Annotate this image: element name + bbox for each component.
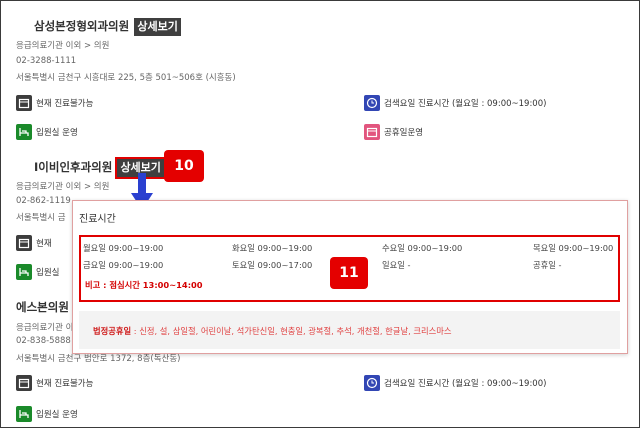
- popup-title: 진료시간: [79, 214, 116, 225]
- holiday-row: 공휴일운영: [364, 121, 423, 140]
- hours-popup: 진료시간 월요일 09:00~19:00 화요일 09:00~19:00 수요일…: [72, 200, 628, 354]
- legal-holidays-bar: 법정공휴일 : 신정, 설, 삼일절, 어린이날, 석가탄신일, 현충일, 광복…: [79, 311, 620, 349]
- day-hours-mon: 월요일 09:00~19:00: [83, 243, 164, 253]
- calendar-icon: [16, 234, 32, 251]
- day-hours-tue: 화요일 09:00~19:00: [232, 243, 313, 253]
- phone-text: 02-838-5888: [16, 336, 71, 346]
- calendar-holiday-icon: [364, 123, 380, 140]
- category-text: 응급의료기관 이외 > 의원: [16, 41, 110, 51]
- calendar-icon: [16, 94, 32, 111]
- ward-row: 입원실: [16, 261, 59, 280]
- phone-text: 02-862-1119: [16, 196, 71, 206]
- search-day-row: 검색요일 진료시간 (월요일 : 09:00~19:00): [364, 372, 546, 391]
- legal-holidays-list: : 신정, 설, 삼일절, 어린이날, 석가탄신일, 현충일, 광복절, 추석,…: [131, 326, 452, 336]
- lunch-note: 비고 : 점심시간 13:00~14:00: [85, 280, 203, 290]
- status-row: 현재 진료불가능: [16, 372, 93, 391]
- status-row: 현재: [16, 232, 52, 251]
- phone-text: 02-3288-1111: [16, 56, 77, 66]
- status-label: 현재 진료불가능: [36, 378, 94, 389]
- status-row: 현재 진료불가능: [16, 92, 93, 111]
- result-title-row: 삼성본정형외과의원 상세보기: [34, 15, 181, 36]
- search-day-label: 검색요일 진료시간 (월요일 : 09:00~19:00): [384, 98, 547, 109]
- day-hours-thu: 목요일 09:00~19:00: [533, 243, 614, 253]
- step-callout-11: 11: [330, 257, 368, 289]
- day-hours-wed: 수요일 09:00~19:00: [382, 243, 463, 253]
- category-text: 응급의료기관 이외 > 의원: [16, 182, 110, 192]
- search-day-row: 검색요일 진료시간 (월요일 : 09:00~19:00): [364, 92, 546, 111]
- legal-holidays-text: 법정공휴일 : 신정, 설, 삼일절, 어린이날, 석가탄신일, 현충일, 광복…: [93, 325, 452, 337]
- address-text: 서울특별시 금: [16, 213, 66, 223]
- ward-row: 입원실 운영: [16, 121, 78, 140]
- search-day-label: 검색요일 진료시간 (월요일 : 09:00~19:00): [384, 378, 547, 389]
- holiday-label: 공휴일운영: [384, 127, 424, 138]
- hospital-name[interactable]: 에스본의원: [16, 299, 69, 315]
- bed-icon: [16, 405, 32, 422]
- day-hours-sun: 일요일 -: [382, 260, 411, 270]
- hospital-name[interactable]: I이비인후과의원: [34, 160, 112, 174]
- hospital-name[interactable]: 삼성본정형외과의원: [34, 19, 129, 33]
- status-label: 현재: [36, 238, 52, 249]
- legal-holidays-label: 법정공휴일: [93, 326, 132, 336]
- clock-icon: [364, 374, 380, 391]
- step-callout-10: 10: [164, 150, 204, 182]
- ward-label: 입원실: [36, 267, 60, 278]
- day-hours-fri: 금요일 09:00~19:00: [83, 260, 164, 270]
- detail-button[interactable]: 상세보기: [134, 18, 181, 36]
- bed-icon: [16, 263, 32, 280]
- search-results-panel: 삼성본정형외과의원 상세보기 응급의료기관 이외 > 의원 02-3288-11…: [0, 0, 640, 428]
- calendar-icon: [16, 374, 32, 391]
- day-hours-holiday: 공휴일 -: [533, 260, 562, 270]
- ward-label: 입원실 운영: [36, 127, 78, 138]
- ward-label: 입원실 운영: [36, 409, 78, 420]
- ward-row: 입원실 운영: [16, 403, 78, 422]
- clock-icon: [364, 94, 380, 111]
- day-hours-sat: 토요일 09:00~17:00: [232, 260, 313, 270]
- status-label: 현재 진료불가능: [36, 98, 94, 109]
- address-text: 서울특별시 금천구 시흥대로 225, 5층 501~506호 (시흥동): [16, 73, 236, 83]
- bed-icon: [16, 123, 32, 140]
